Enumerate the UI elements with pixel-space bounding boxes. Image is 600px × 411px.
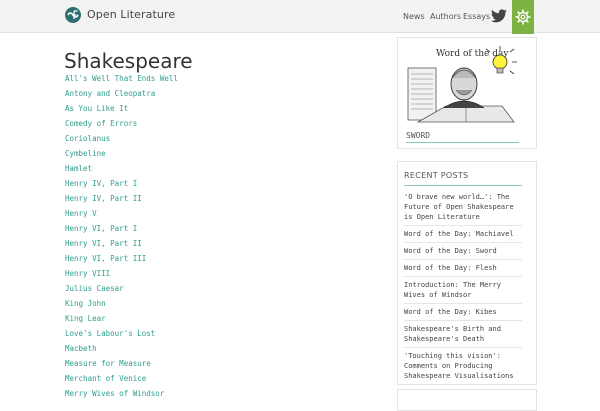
play-link[interactable]: Henry V bbox=[65, 208, 178, 223]
open-literature-logo-icon[interactable] bbox=[65, 7, 81, 23]
play-link[interactable]: Henry IV, Part I bbox=[65, 178, 178, 193]
play-link[interactable]: Henry VIII bbox=[65, 268, 178, 283]
recent-post-link[interactable]: 'Touching this vision': Comments on Prod… bbox=[404, 348, 522, 384]
play-link[interactable]: King Lear bbox=[65, 313, 178, 328]
recent-posts-title: RECENT POSTS bbox=[404, 171, 469, 180]
play-link[interactable]: Coriolanus bbox=[65, 133, 178, 148]
play-link[interactable]: Cymbeline bbox=[65, 148, 178, 163]
recent-post-link[interactable]: Word of the Day: Flesh bbox=[404, 260, 522, 277]
recent-post-link[interactable]: 'O brave new world…': The Future of Open… bbox=[404, 189, 522, 226]
settings-tab[interactable] bbox=[512, 0, 534, 34]
nav-authors[interactable]: Authors bbox=[430, 12, 461, 21]
recent-posts-widget: RECENT POSTS 'O brave new world…': The F… bbox=[397, 161, 537, 385]
play-link[interactable]: All's Well That Ends Well bbox=[65, 73, 178, 88]
play-link[interactable]: Henry VI, Part I bbox=[65, 223, 178, 238]
recent-post-link[interactable]: Shakespeare's Birth and Shakespeare's De… bbox=[404, 321, 522, 348]
word-of-day-label[interactable]: SWORD bbox=[406, 131, 430, 140]
nav-essays[interactable]: Essays bbox=[463, 12, 490, 21]
word-of-day-illustration[interactable]: Word of the day bbox=[406, 42, 526, 126]
recent-post-link[interactable]: Word of the Day: Sword bbox=[404, 243, 522, 260]
recent-post-link[interactable]: Word of the Day: Kibes bbox=[404, 304, 522, 321]
play-link[interactable]: Measure for Measure bbox=[65, 358, 178, 373]
play-link[interactable]: Merchant of Venice bbox=[65, 373, 178, 388]
nav-news[interactable]: News bbox=[403, 12, 425, 21]
gear-icon bbox=[515, 9, 531, 25]
top-bar: Open Literature News Authors Essays bbox=[0, 0, 600, 34]
play-link[interactable]: Antony and Cleopatra bbox=[65, 88, 178, 103]
play-link[interactable]: Henry VI, Part III bbox=[65, 253, 178, 268]
recent-posts-list: 'O brave new world…': The Future of Open… bbox=[404, 189, 522, 384]
play-link[interactable]: Julius Caesar bbox=[65, 283, 178, 298]
plays-list: All's Well That Ends Well Antony and Cle… bbox=[65, 73, 178, 403]
divider bbox=[404, 185, 522, 186]
twitter-icon[interactable] bbox=[491, 9, 507, 23]
recent-post-link[interactable]: Word of the Day: Machiavel bbox=[404, 226, 522, 243]
play-link[interactable]: Henry VI, Part II bbox=[65, 238, 178, 253]
sidebar-widget bbox=[397, 389, 537, 411]
play-link[interactable]: Hamlet bbox=[65, 163, 178, 178]
play-link[interactable]: King John bbox=[65, 298, 178, 313]
recent-post-link[interactable]: Introduction: The Merry Wives of Windsor bbox=[404, 277, 522, 304]
word-of-day-widget: Word of the day SWORD bbox=[397, 37, 537, 149]
divider bbox=[406, 142, 519, 143]
play-link[interactable]: Merry Wives of Windsor bbox=[65, 388, 178, 403]
play-link[interactable]: Comedy of Errors bbox=[65, 118, 178, 133]
site-title[interactable]: Open Literature bbox=[87, 8, 175, 21]
page-title: Shakespeare bbox=[64, 49, 193, 73]
play-link[interactable]: As You Like It bbox=[65, 103, 178, 118]
play-link[interactable]: Macbeth bbox=[65, 343, 178, 358]
play-link[interactable]: Love's Labour's Lost bbox=[65, 328, 178, 343]
play-link[interactable]: Henry IV, Part II bbox=[65, 193, 178, 208]
